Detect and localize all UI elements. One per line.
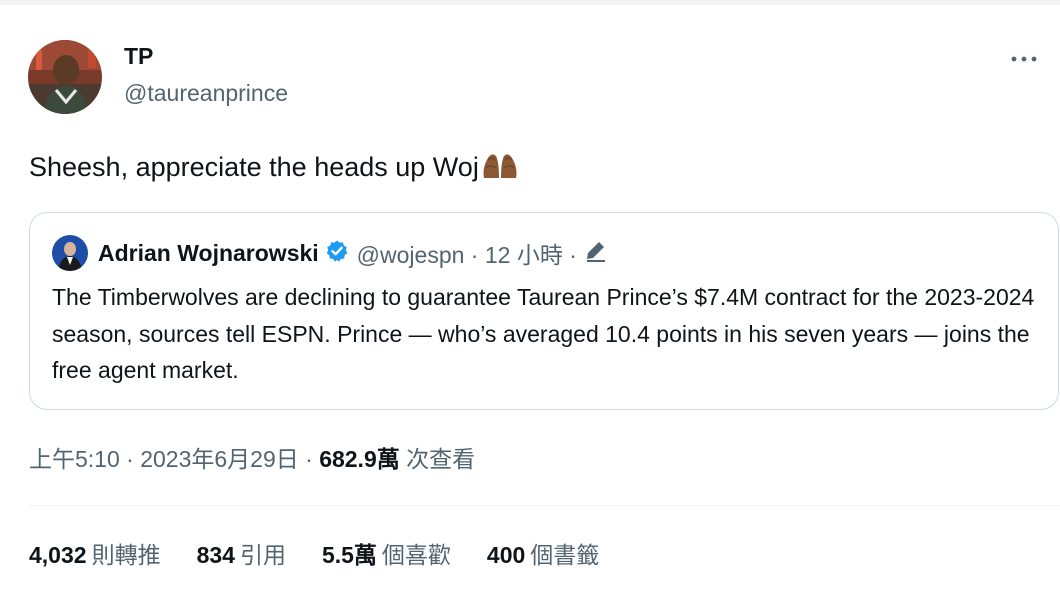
bookmarks-count: 400 — [486, 542, 526, 568]
tweet-header: TP @taureanprince — [28, 38, 1038, 114]
more-icon[interactable] — [1010, 44, 1038, 68]
author-display-name[interactable]: TP — [124, 42, 288, 70]
retweets-stat[interactable]: 4,032 則轉推 — [29, 538, 161, 572]
quoted-tweet-meta: @wojespn · 12 小時 · — [356, 242, 577, 268]
quoted-author-name[interactable]: Adrian Wojnarowski — [98, 240, 319, 267]
views-count: 682.9萬 — [319, 446, 400, 472]
quoted-tweet-text: The Timberwolves are declining to guaran… — [52, 284, 1035, 383]
quotes-label: 引用 — [239, 542, 286, 568]
quoted-author-avatar[interactable] — [52, 235, 88, 271]
quoted-tweet-card[interactable]: Adrian Wojnarowski @wojespn · 12 小時 · Th… — [29, 212, 1059, 410]
bookmarks-label: 個書籤 — [530, 542, 600, 568]
edit-pencil-icon — [583, 239, 609, 268]
engagement-stats: 4,032 則轉推 834 引用 5.5萬 個喜歡 400 個書籤 — [29, 538, 635, 572]
author-avatar[interactable] — [28, 40, 102, 114]
bookmarks-stat[interactable]: 400 個書籤 — [487, 538, 599, 572]
tweet-body: Sheesh, appreciate the heads up Woj — [29, 152, 479, 182]
likes-stat[interactable]: 5.5萬 個喜歡 — [322, 538, 451, 572]
likes-count: 5.5萬 — [321, 542, 377, 568]
quotes-count: 834 — [196, 542, 235, 568]
folded-hands-icon — [480, 150, 520, 192]
quotes-stat[interactable]: 834 引用 — [197, 538, 286, 572]
author-names: TP @taureanprince — [124, 42, 288, 108]
divider — [29, 505, 1060, 506]
tweet-meta: 上午5:10 · 2023年6月29日 · 682.9萬 次查看 — [29, 442, 475, 476]
views-label: 次查看 — [406, 446, 476, 472]
tweet-timestamp[interactable]: 上午5:10 · 2023年6月29日 · — [29, 446, 319, 472]
tweet-text: Sheesh, appreciate the heads up Woj — [29, 148, 520, 192]
quoted-tweet-header: Adrian Wojnarowski @wojespn · 12 小時 · — [52, 235, 609, 271]
retweets-count: 4,032 — [29, 542, 87, 568]
verified-badge-icon — [325, 239, 349, 268]
top-strip — [0, 0, 1060, 5]
likes-label: 個喜歡 — [381, 542, 451, 568]
retweets-label: 則轉推 — [91, 542, 161, 568]
author-handle[interactable]: @taureanprince — [124, 78, 288, 108]
